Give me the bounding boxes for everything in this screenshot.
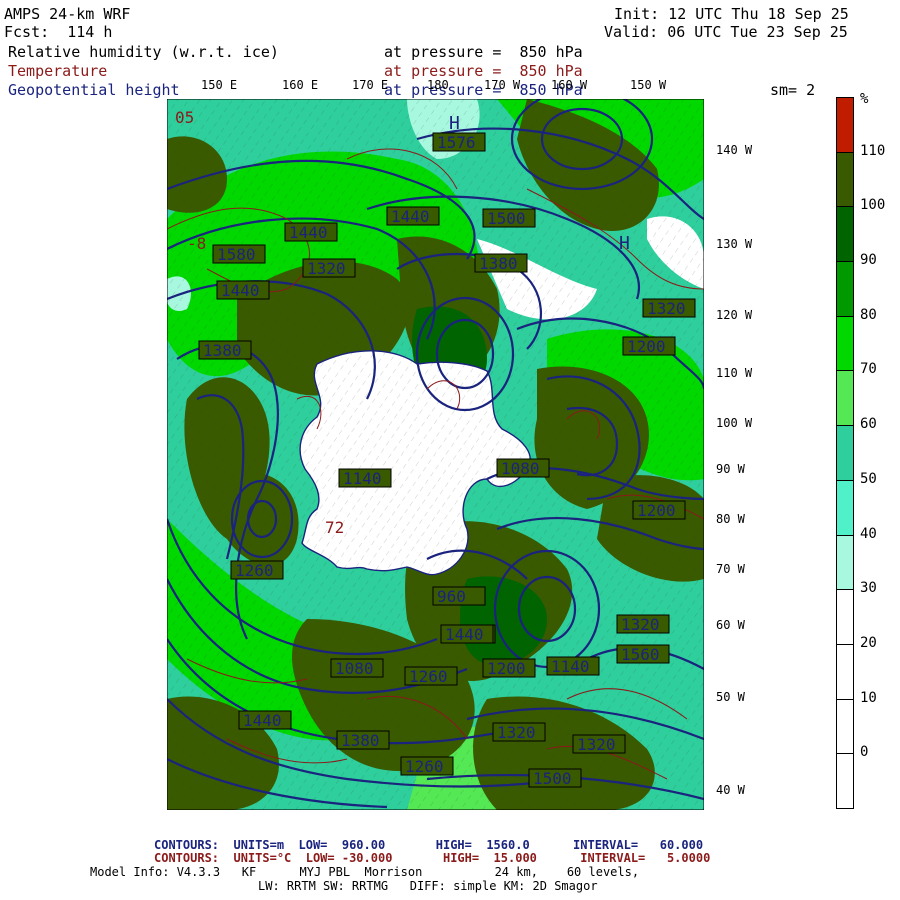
height-label: 1080 (335, 659, 374, 678)
colorbar-level-label: 40 (860, 525, 877, 542)
height-label: 1140 (551, 657, 590, 676)
colorbar-cell (836, 479, 854, 536)
colorbar-level-label: 80 (860, 306, 877, 323)
lat-label: 40 W (716, 783, 745, 797)
lon-label: 160 W (551, 78, 588, 92)
high-pressure-marker: H (619, 233, 630, 254)
height-label: 1320 (647, 299, 686, 318)
colorbar-level-label: 100 (860, 197, 886, 214)
colorbar-cell (836, 643, 854, 700)
height-label: 1320 (577, 735, 616, 754)
colorbar-level-label: 70 (860, 361, 877, 378)
colorbar-level-label: 30 (860, 580, 877, 597)
colorbar-level-label: 110 (860, 142, 886, 159)
height-label: 1500 (487, 209, 526, 228)
temperature-contour-info: CONTOURS: UNITS=°C LOW= -30.000 HIGH= 15… (154, 851, 711, 865)
colorbar-level-label: 50 (860, 470, 877, 487)
height-label: 1580 (217, 245, 256, 264)
height-label: 1380 (341, 731, 380, 750)
height-label: 1440 (289, 223, 328, 242)
height-label: 1200 (637, 501, 676, 520)
height-label: 960 (437, 587, 466, 606)
height-label: 1500 (533, 769, 572, 788)
lon-label: 150 E (201, 78, 238, 92)
model-title: AMPS 24-km WRF (4, 5, 131, 23)
lat-label: 120 W (716, 308, 753, 322)
lon-label: 180 (427, 78, 449, 92)
colorbar-cell (836, 206, 854, 263)
height-label: 1440 (243, 711, 282, 730)
valid-time: Valid: 06 UTC Tue 23 Sep 25 (604, 23, 848, 41)
high-pressure-marker: H (449, 113, 460, 134)
lat-label: 70 W (716, 562, 745, 576)
colorbar-level-label: 20 (860, 634, 877, 651)
lat-label: 60 W (716, 618, 745, 632)
colorbar-cell (836, 534, 854, 591)
height-label: 1260 (235, 561, 274, 580)
height-label: 1320 (621, 615, 660, 634)
model-info: Model Info: V4.3.3 KF MYJ PBL Morrison 2… (90, 865, 640, 879)
colorbar-cell (836, 151, 854, 208)
rh-field-label: Relative humidity (w.r.t. ice) (8, 43, 279, 61)
colorbar-cell (836, 315, 854, 372)
colorbar-cell (836, 425, 854, 481)
physics-info: LW: RRTM SW: RRTMG DIFF: simple KM: 2D S… (258, 879, 598, 893)
colorbar-level-label: 10 (860, 689, 877, 706)
lon-label: 170 W (484, 78, 521, 92)
height-label: 1440 (221, 281, 260, 300)
temp-field-label: Temperature (8, 62, 108, 80)
lat-label: 100 W (716, 416, 753, 430)
rh-level-label: at pressure = 850 hPa (384, 43, 583, 61)
height-label: 1440 (391, 207, 430, 226)
height-label: 1140 (343, 469, 382, 488)
lon-label: 170 E (352, 78, 389, 92)
colorbar-cell (836, 370, 854, 427)
height-label: 1380 (479, 254, 518, 273)
height-label: 1440 (445, 625, 484, 644)
smoothing-label: sm= 2 (770, 81, 816, 99)
colorbar-level-label: 60 (860, 416, 877, 433)
height-label: 1380 (203, 341, 242, 360)
forecast-hour: Fcst: 114 h (4, 23, 113, 41)
lon-label: 150 W (630, 78, 667, 92)
lon-label: 160 E (282, 78, 319, 92)
colorbar-level-label: 90 (860, 252, 877, 269)
temperature-label: 05 (175, 108, 194, 127)
lat-label: 110 W (716, 366, 753, 380)
colorbar-level-label: 0 (860, 744, 869, 761)
lat-label: 140 W (716, 143, 753, 157)
temperature-label: -8 (187, 234, 206, 253)
colorbar-cell (836, 753, 854, 809)
height-label: 1320 (307, 259, 346, 278)
lat-label: 50 W (716, 690, 745, 704)
colorbar-cell (836, 97, 854, 153)
height-label: 1200 (487, 659, 526, 678)
temperature-label: 72 (325, 518, 344, 537)
height-label: 1200 (627, 337, 666, 356)
rh-height-map: 1576 1580 1440 1500 1380 1320 1440 1440 … (167, 99, 704, 810)
height-label: 1080 (501, 459, 540, 478)
colorbar-cell (836, 589, 854, 645)
height-label: 1560 (621, 645, 660, 664)
height-label: 1576 (437, 133, 476, 152)
init-time: Init: 12 UTC Thu 18 Sep 25 (614, 5, 849, 23)
lat-label: 130 W (716, 237, 753, 251)
lat-label: 80 W (716, 512, 745, 526)
height-label: 1260 (405, 757, 444, 776)
lat-label: 90 W (716, 462, 745, 476)
colorbar-unit: % (860, 91, 869, 107)
colorbar-cell (836, 698, 854, 755)
height-field-label: Geopotential height (8, 81, 180, 99)
height-label: 1320 (497, 723, 536, 742)
height-label: 1260 (409, 667, 448, 686)
colorbar-cell (836, 261, 854, 317)
